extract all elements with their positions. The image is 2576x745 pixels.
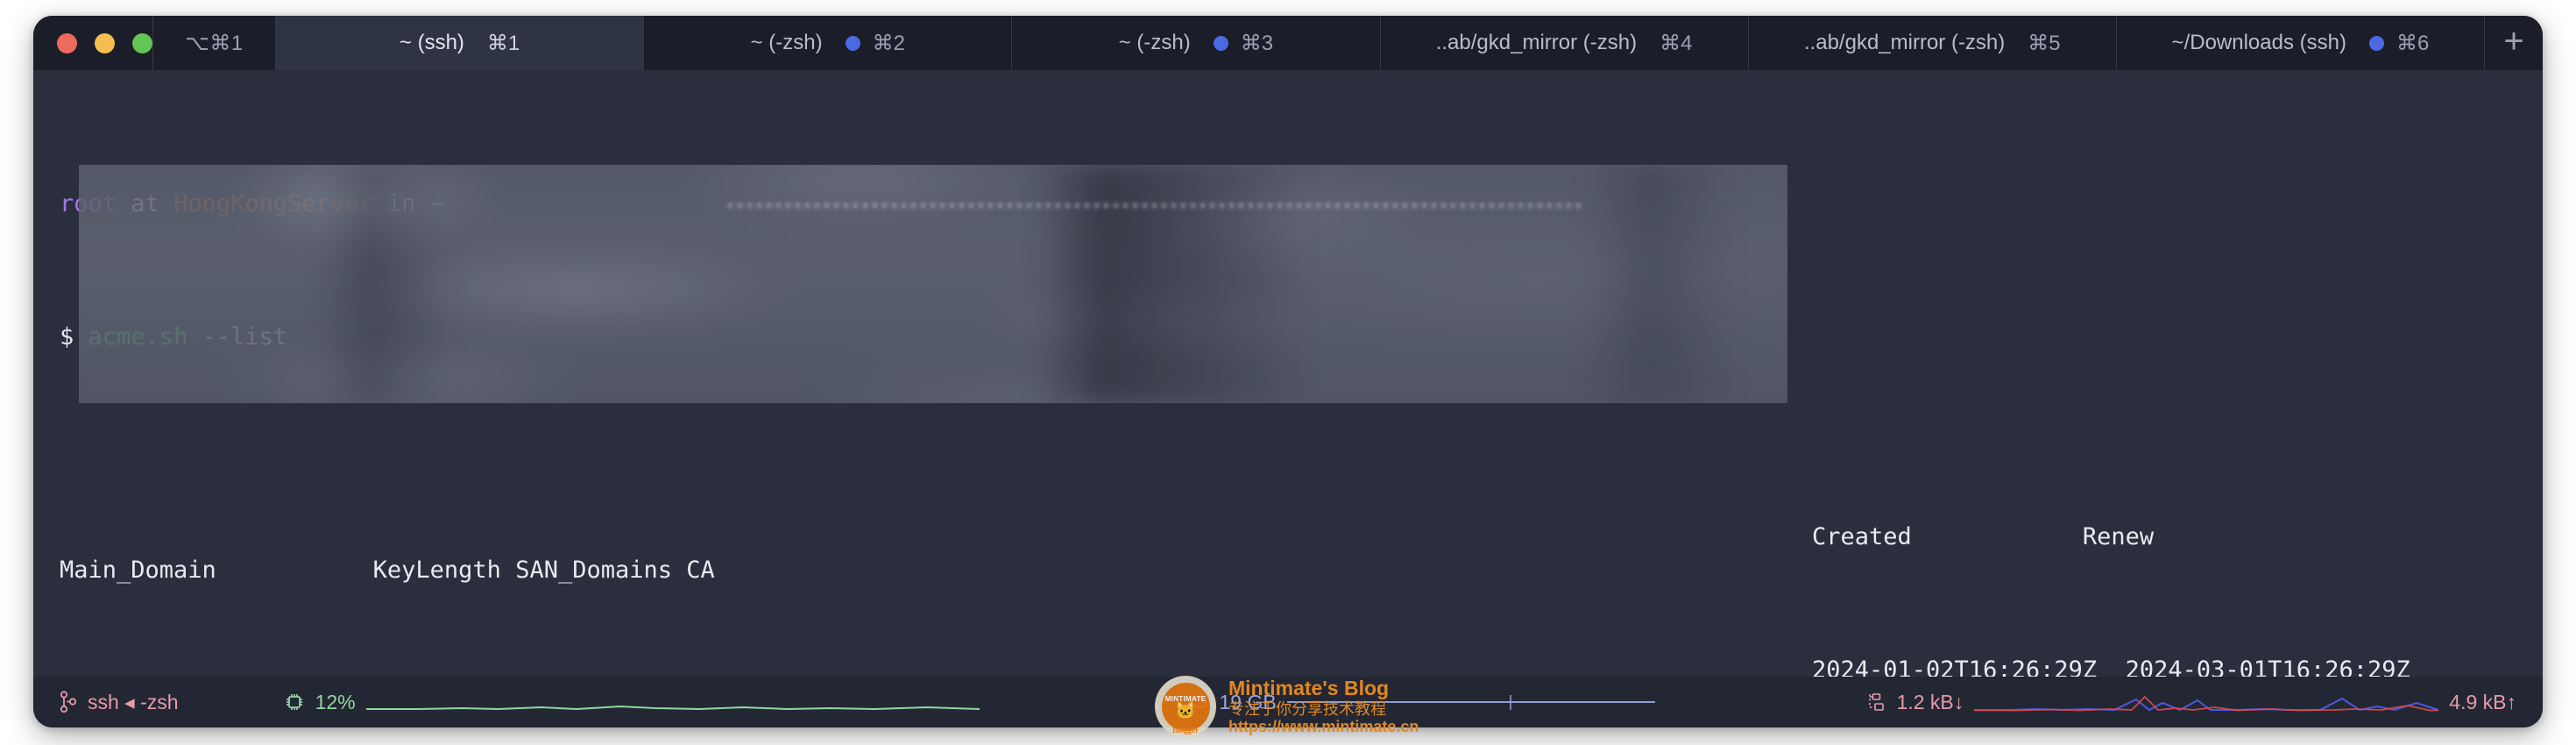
tab-1[interactable]: ~ (-zsh) ⌘2 xyxy=(644,16,1013,70)
tab-3[interactable]: ..ab/gkd_mirror (-zsh) ⌘4 xyxy=(1380,16,1749,70)
command-args: --list xyxy=(202,323,288,351)
tab-shortcut: ⌘2 xyxy=(872,31,905,55)
network-indicator[interactable]: 1.2 kB↓ 4.9 kB↑ xyxy=(1865,691,2516,714)
status-bar: ssh ◂ -zsh 12% 19 GB 1.2 kB↓ 4.9 kB↑ xyxy=(33,677,2543,727)
tab-meta: ⌘5 xyxy=(2028,31,2060,56)
tab-title: ~ (-zsh) xyxy=(1118,31,1191,54)
memory-icon xyxy=(1191,697,1207,709)
new-tab-button[interactable]: + xyxy=(2485,16,2543,70)
tab-5[interactable]: ~/Downloads (ssh) ⌘6 xyxy=(2116,16,2486,70)
date-row: 2024-01-02T16:26:29Z 2024-03-01T16:26:29… xyxy=(1812,654,2410,677)
tab-title: ~ (-zsh) xyxy=(750,31,823,54)
activity-indicator-icon xyxy=(845,35,860,51)
memory-sparkline xyxy=(1286,695,1655,710)
tab-2[interactable]: ~ (-zsh) ⌘3 xyxy=(1012,16,1381,70)
window-controls xyxy=(33,16,153,70)
tab-shortcut: ⌘1 xyxy=(486,31,520,55)
header-created: Created xyxy=(1812,523,1912,550)
certificate-table: Main_Domain KeyLength SAN_Domains CA a a… xyxy=(60,454,2543,677)
network-up-label: 4.9 kB↑ xyxy=(2449,690,2516,713)
prompt-host: HongKongServer xyxy=(173,190,373,217)
prompt-path: ~ xyxy=(429,190,444,217)
tab-title: ..ab/gkd_mirror (-zsh) xyxy=(1803,31,2006,54)
session-indicator[interactable]: ssh ◂ -zsh xyxy=(60,691,179,714)
memory-label: 19 GB xyxy=(1219,690,1277,713)
prompt-in: in xyxy=(386,190,416,217)
header-san-domains: SAN_Domains xyxy=(515,557,673,584)
activity-indicator-icon xyxy=(2368,35,2384,51)
prompt-line-top: root at HongKongServer in ~ xyxy=(60,188,2543,221)
terminal-output: root at HongKongServer in ~ $ acme.sh --… xyxy=(60,88,2543,677)
network-icon xyxy=(1868,693,1884,711)
memory-indicator[interactable]: 19 GB xyxy=(1189,690,1655,714)
cpu-sparkline xyxy=(365,705,980,711)
header-ca: CA xyxy=(686,557,715,584)
command-name: acme.sh xyxy=(88,323,188,351)
tab-title: ~ (ssh) xyxy=(399,31,464,54)
tab-shortcut: ⌘4 xyxy=(1660,31,1693,55)
close-window-button[interactable] xyxy=(57,32,77,53)
tab-meta: ⌘1 xyxy=(487,31,520,56)
prompt-sigil: $ xyxy=(60,323,74,351)
terminal-screen[interactable]: root at HongKongServer in ~ $ acme.sh --… xyxy=(33,70,2543,677)
header-main-domain: Main_Domain xyxy=(60,557,216,584)
git-branch-icon xyxy=(60,691,77,713)
tab-shortcut: ⌘5 xyxy=(2028,31,2061,55)
cell-renew: 2024-03-01T16:26:29Z xyxy=(2125,656,2410,677)
network-sparkline xyxy=(1974,695,2439,712)
tab-meta: ⌘2 xyxy=(845,31,905,56)
cpu-indicator[interactable]: 12% xyxy=(284,691,980,714)
maximize-window-button[interactable] xyxy=(132,32,152,53)
tab-list: ~ (ssh) ⌘1 ~ (-zsh) ⌘2 ~ (-zsh) ⌘3 ..ab/… xyxy=(276,16,2486,70)
command-line: $ acme.sh --list xyxy=(60,321,2543,354)
date-columns: Created Renew 2024-01-02T16:26:29Z 2024-… xyxy=(1812,454,2410,677)
terminal-window: ⌥⌘1 ~ (ssh) ⌘1 ~ (-zsh) ⌘2 ~ (-zsh) ⌘3 .… xyxy=(33,16,2543,727)
prompt-user: root xyxy=(60,190,117,217)
tab-meta: ⌘6 xyxy=(2368,31,2430,56)
tab-shortcut: ⌘6 xyxy=(2396,31,2430,55)
minimize-window-button[interactable] xyxy=(95,32,115,53)
tab-shortcut: ⌘3 xyxy=(1240,31,1274,55)
date-header-row: Created Renew xyxy=(1812,521,2410,554)
cpu-usage-label: 12% xyxy=(315,690,356,713)
tab-0[interactable]: ~ (ssh) ⌘1 xyxy=(276,16,645,70)
activity-indicator-icon xyxy=(1213,35,1228,51)
tab-4[interactable]: ..ab/gkd_mirror (-zsh) ⌘5 xyxy=(1748,16,2117,70)
tab-meta: ⌘4 xyxy=(1660,31,1692,56)
network-down-label: 1.2 kB↓ xyxy=(1896,690,1964,713)
header-renew: Renew xyxy=(2082,523,2155,550)
session-label: ssh ◂ -zsh xyxy=(88,690,179,713)
tab-meta: ⌘3 xyxy=(1213,31,1274,56)
header-key-length: KeyLength xyxy=(372,557,501,584)
window-shortcut-label: ⌥⌘1 xyxy=(153,16,276,70)
cpu-chip-icon xyxy=(286,694,302,710)
tab-bar: ⌥⌘1 ~ (ssh) ⌘1 ~ (-zsh) ⌘2 ~ (-zsh) ⌘3 .… xyxy=(33,16,2543,70)
cell-created: 2024-01-02T16:26:29Z xyxy=(1812,656,2098,677)
tab-title: ~/Downloads (ssh) xyxy=(2171,31,2346,54)
prompt-at: at xyxy=(131,190,159,217)
tab-title: ..ab/gkd_mirror (-zsh) xyxy=(1435,31,1638,54)
